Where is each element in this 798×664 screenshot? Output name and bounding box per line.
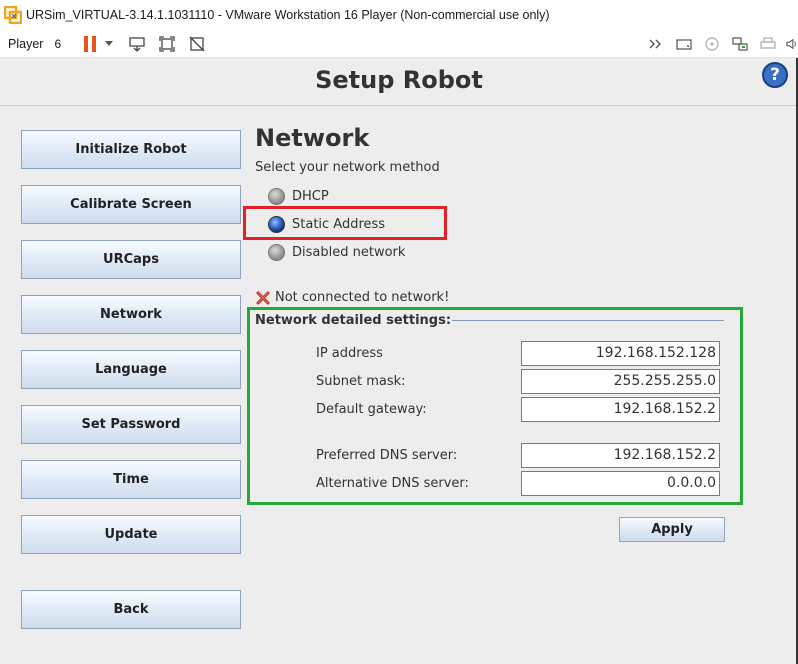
apply-button[interactable]: Apply — [619, 517, 725, 542]
preferred-dns-field[interactable]: 192.168.152.2 — [521, 443, 720, 468]
preferred-dns-label: Preferred DNS server: — [316, 448, 458, 463]
cd-icon[interactable] — [702, 35, 722, 53]
default-gateway-label: Default gateway: — [316, 402, 427, 417]
urcaps-button[interactable]: URCaps — [21, 240, 241, 279]
send-ctrl-alt-del-icon[interactable] — [127, 35, 147, 53]
dhcp-radio[interactable]: DHCP — [268, 186, 329, 206]
network-settings-title: Network detailed settings: — [255, 313, 452, 328]
section-divider — [452, 320, 724, 321]
window-title: URSim_VIRTUAL-3.14.1.1031110 - VMware Wo… — [26, 8, 550, 22]
ip-address-field[interactable]: 192.168.152.128 — [521, 341, 720, 366]
initialize-robot-button[interactable]: Initialize Robot — [21, 130, 241, 169]
static-address-highlight — [243, 206, 447, 240]
unity-icon[interactable] — [187, 35, 207, 53]
calibrate-screen-button[interactable]: Calibrate Screen — [21, 185, 241, 224]
player-toolbar: Player 6 — [0, 30, 798, 58]
set-password-button[interactable]: Set Password — [21, 405, 241, 444]
radio-unchecked-icon — [268, 187, 285, 205]
update-button[interactable]: Update — [21, 515, 241, 554]
subnet-mask-label: Subnet mask: — [316, 374, 406, 389]
radio-unchecked-icon — [268, 243, 285, 261]
network-button[interactable]: Network — [21, 295, 241, 334]
more-arrows-icon[interactable] — [646, 35, 666, 53]
error-x-icon — [256, 291, 270, 305]
network-section-title: Network — [255, 124, 370, 152]
help-button[interactable]: ? — [762, 62, 788, 88]
network-method-prompt: Select your network method — [255, 160, 440, 175]
back-button[interactable]: Back — [21, 590, 241, 629]
vm-count-badge: 6 — [54, 36, 62, 51]
fullscreen-icon[interactable] — [157, 35, 177, 53]
time-button[interactable]: Time — [21, 460, 241, 499]
hard-disk-icon[interactable] — [674, 35, 694, 53]
network-adapter-icon[interactable] — [730, 35, 750, 53]
question-mark-icon: ? — [770, 65, 780, 85]
disabled-network-radio[interactable]: Disabled network — [268, 242, 405, 262]
connection-status-text: Not connected to network! — [275, 290, 450, 305]
connection-status: Not connected to network! — [256, 290, 449, 305]
dropdown-arrow-icon[interactable] — [105, 41, 114, 46]
page-header: Setup Robot ? — [0, 58, 798, 106]
disabled-network-label: Disabled network — [292, 244, 406, 260]
alternative-dns-label: Alternative DNS server: — [316, 476, 469, 491]
player-menu[interactable]: Player — [8, 37, 43, 51]
ip-address-label: IP address — [316, 346, 383, 361]
setup-robot-screen: Setup Robot ? Initialize Robot Calibrate… — [0, 58, 798, 664]
pause-icon[interactable] — [84, 35, 97, 52]
vmware-player-icon — [3, 5, 23, 25]
dhcp-label: DHCP — [292, 188, 329, 204]
printer-icon[interactable] — [758, 35, 778, 53]
subnet-mask-field[interactable]: 255.255.255.0 — [521, 369, 720, 394]
language-button[interactable]: Language — [21, 350, 241, 389]
sound-icon[interactable] — [786, 35, 798, 53]
alternative-dns-field[interactable]: 0.0.0.0 — [521, 471, 720, 496]
window-titlebar: URSim_VIRTUAL-3.14.1.1031110 - VMware Wo… — [0, 0, 798, 30]
page-title: Setup Robot — [315, 66, 483, 94]
default-gateway-field[interactable]: 192.168.152.2 — [521, 397, 720, 422]
